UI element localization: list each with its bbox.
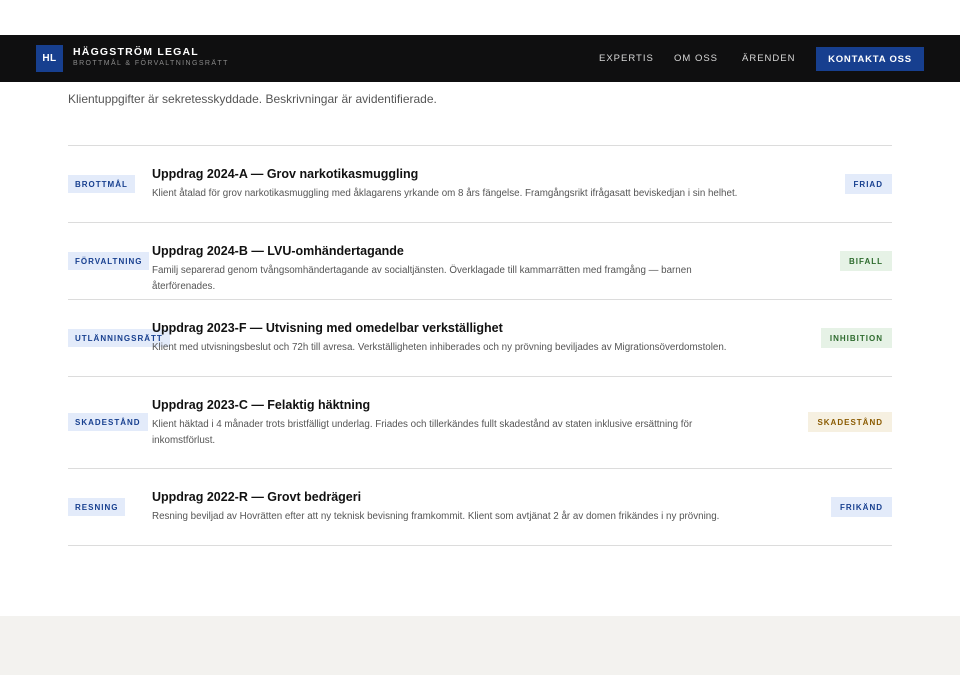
- logo-mark[interactable]: HL: [36, 45, 63, 72]
- case-description: Familj separerad genom tvångsomhändertag…: [152, 265, 692, 292]
- site-header: HL HÄGGSTRÖM LEGAL BROTTMÅL & FÖRVALTNIN…: [0, 35, 960, 82]
- brand-name[interactable]: HÄGGSTRÖM LEGAL: [73, 46, 199, 58]
- footer-band: [0, 616, 960, 675]
- case-category-tag: BROTTMÅL: [68, 175, 135, 193]
- case-title: Uppdrag 2022-R — Grovt bedrägeri: [152, 490, 362, 504]
- case-row: FÖRVALTNING Uppdrag 2024-B — LVU-omhände…: [68, 223, 892, 300]
- top-strip: [0, 0, 960, 35]
- case-outcome-badge: SKADESTÅND: [808, 412, 892, 432]
- case-description: Resning beviljad av Hovrätten efter att …: [152, 511, 720, 522]
- case-title: Uppdrag 2024-B — LVU-omhändertagande: [152, 244, 404, 258]
- case-outcome-badge: FRIKÄND: [831, 497, 892, 517]
- case-row: BROTTMÅL Uppdrag 2024-A — Grov narkotika…: [68, 146, 892, 223]
- nav-link-om-oss[interactable]: OM OSS: [674, 53, 718, 64]
- case-title: Uppdrag 2023-F — Utvisning med omedelbar…: [152, 321, 503, 335]
- case-category-tag: RESNING: [68, 498, 126, 516]
- case-row: RESNING Uppdrag 2022-R — Grovt bedrägeri…: [68, 469, 892, 546]
- case-description: Klient åtalad för grov narkotikasmugglin…: [152, 188, 738, 199]
- case-outcome-badge: FRIAD: [844, 174, 892, 194]
- case-outcome-badge: INHIBITION: [820, 328, 892, 348]
- case-category-tag: SKADESTÅND: [68, 413, 148, 431]
- case-description: Klient med utvisningsbeslut och 72h till…: [152, 342, 727, 353]
- nav-link-expertis[interactable]: EXPERTIS: [599, 53, 654, 64]
- case-title: Uppdrag 2023-C — Felaktig häktning: [152, 398, 371, 412]
- case-row: SKADESTÅND Uppdrag 2023-C — Felaktig häk…: [68, 377, 892, 469]
- nav-link-arenden[interactable]: ÄRENDEN: [742, 53, 795, 64]
- brand-tagline: BROTTMÅL & FÖRVALTNINGSRÄTT: [73, 60, 229, 67]
- contact-button[interactable]: KONTAKTA OSS: [816, 47, 924, 71]
- case-outcome-badge: BIFALL: [840, 251, 892, 271]
- case-description: Klient häktad i 4 månader trots bristfäl…: [152, 419, 693, 446]
- case-row: UTLÄNNINGSRÄTT Uppdrag 2023-F — Utvisnin…: [68, 300, 892, 377]
- case-title: Uppdrag 2024-A — Grov narkotikasmuggling: [152, 167, 419, 181]
- confidentiality-notice: Klientuppgifter är sekretesskyddade. Bes…: [68, 92, 437, 106]
- case-category-tag: FÖRVALTNING: [68, 252, 150, 270]
- case-list: BROTTMÅL Uppdrag 2024-A — Grov narkotika…: [68, 145, 892, 546]
